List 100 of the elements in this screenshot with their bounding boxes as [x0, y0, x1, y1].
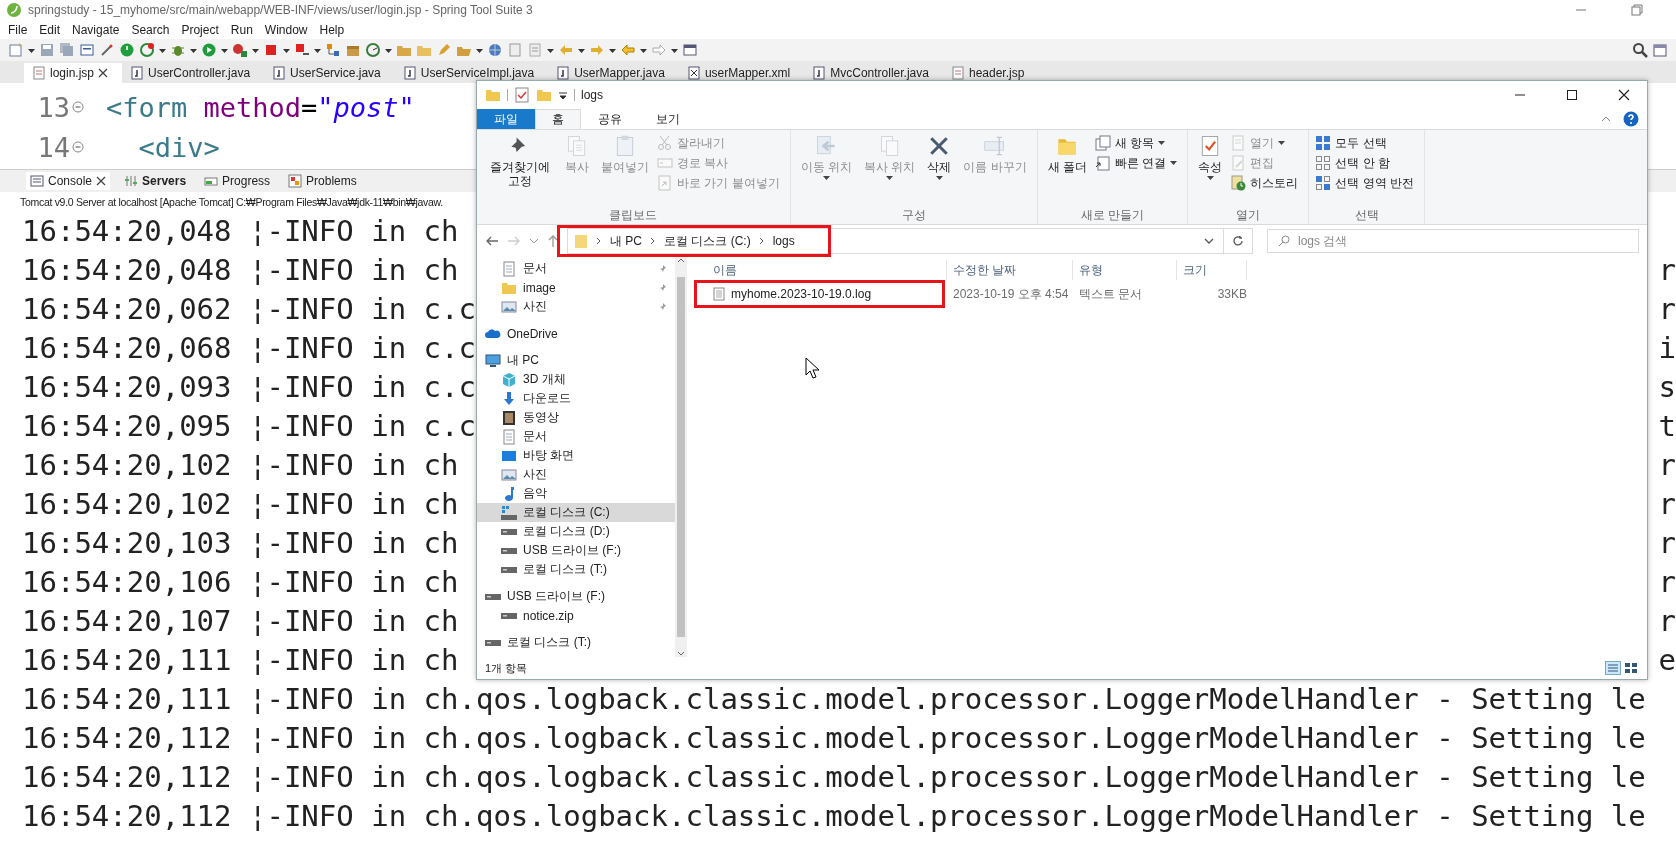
- editor-tab[interactable]: userMapper.xml: [678, 63, 805, 83]
- nav-item[interactable]: 로컬 디스크 (T:): [477, 560, 675, 579]
- nav-item[interactable]: notice.zip: [477, 606, 675, 625]
- document-icon: [501, 260, 517, 277]
- nav-item[interactable]: OneDrive: [477, 324, 675, 343]
- ribbon-tab[interactable]: 공유: [581, 109, 639, 129]
- breadcrumb[interactable]: 내 PC: [610, 232, 642, 250]
- editor-tab[interactable]: header.jsp: [942, 63, 1039, 83]
- new-item-icon: [1095, 135, 1112, 151]
- editor-tab[interactable]: login.jsp: [24, 63, 123, 83]
- collapse-ribbon-icon[interactable]: [1601, 114, 1611, 124]
- ribbon-button[interactable]: 빠른 연결: [1095, 154, 1182, 172]
- address-bar[interactable]: 내 PC 로컬 디스크 (C:) logs: [567, 228, 1253, 254]
- ribbon-button[interactable]: 속성: [1194, 132, 1227, 207]
- nav-item[interactable]: 바탕 화면: [477, 446, 675, 465]
- view-tab[interactable]: Problems: [284, 172, 361, 190]
- ribbon-button[interactable]: 모두 선택: [1315, 134, 1419, 152]
- nav-item[interactable]: USB 드라이브 (F:): [477, 541, 675, 560]
- drive-icon: [501, 547, 517, 554]
- tiles-view-icon[interactable]: [1623, 661, 1639, 675]
- cube-icon: [501, 371, 517, 388]
- nav-item[interactable]: 로컬 디스크 (D:): [477, 522, 675, 541]
- editor-tab[interactable]: UserMapper.java: [548, 63, 679, 83]
- view-tab[interactable]: Servers: [120, 172, 191, 190]
- ribbon-tab[interactable]: 홈: [535, 109, 581, 129]
- caret-icon[interactable]: [1158, 140, 1166, 146]
- nav-item[interactable]: 로컬 디스크 (C:): [477, 503, 675, 522]
- restore-icon[interactable]: [1630, 3, 1644, 17]
- hierarchy-icon[interactable]: [325, 42, 341, 58]
- menu-item[interactable]: Help: [313, 22, 351, 37]
- breadcrumb[interactable]: 로컬 디스크 (C:): [664, 232, 751, 250]
- caret-icon[interactable]: [935, 176, 943, 181]
- nav-item[interactable]: 내 PC: [477, 351, 675, 370]
- menu-item[interactable]: File: [2, 22, 34, 37]
- ribbon-tab[interactable]: 파일: [477, 109, 535, 129]
- editor-tab[interactable]: MvcController.java: [804, 63, 943, 83]
- menu-item[interactable]: Edit: [33, 22, 67, 37]
- scrollbar[interactable]: [675, 257, 687, 657]
- refresh-icon[interactable]: [139, 42, 155, 58]
- nav-item[interactable]: 문서: [477, 259, 675, 278]
- menu-item[interactable]: Project: [175, 22, 225, 37]
- menu-item[interactable]: Window: [258, 22, 314, 37]
- breadcrumb[interactable]: logs: [772, 234, 795, 248]
- ribbon-button[interactable]: 히스토리: [1230, 174, 1303, 192]
- nav-item[interactable]: 다운로드: [477, 389, 675, 408]
- nav-item[interactable]: 문서: [477, 427, 675, 446]
- ribbon-button[interactable]: 새 폴더: [1043, 132, 1092, 207]
- nav-item[interactable]: image: [477, 278, 675, 297]
- column-header[interactable]: 크기: [1177, 260, 1247, 280]
- disconnect-icon[interactable]: [294, 42, 310, 58]
- back-icon[interactable]: [485, 234, 499, 248]
- new-window-icon[interactable]: [682, 42, 698, 58]
- run-config-icon[interactable]: [232, 42, 248, 58]
- close-icon[interactable]: [96, 176, 107, 186]
- close-icon[interactable]: [1618, 89, 1630, 101]
- column-header[interactable]: 유형: [1073, 260, 1177, 280]
- close-icon[interactable]: [98, 68, 109, 78]
- editor-tab[interactable]: UserController.java: [122, 63, 265, 83]
- ribbon-button[interactable]: 새 항목: [1095, 134, 1182, 152]
- column-header[interactable]: 수정한 날짜: [947, 260, 1073, 280]
- nav-item[interactable]: 로컬 디스크 (T:): [477, 633, 675, 652]
- caret-icon[interactable]: [1170, 160, 1178, 166]
- menu-item[interactable]: Navigate: [66, 22, 126, 37]
- ribbon-button[interactable]: 즐겨찾기에 고정: [483, 132, 557, 207]
- nav-item[interactable]: 사진: [477, 297, 675, 316]
- menu-item[interactable]: Run: [224, 22, 259, 37]
- stop-icon[interactable]: [263, 42, 279, 58]
- ribbon-tab[interactable]: 보기: [639, 109, 697, 129]
- nav-item[interactable]: 사진: [477, 465, 675, 484]
- ribbon-button[interactable]: 선택 영역 반전: [1315, 174, 1419, 192]
- maximize-icon[interactable]: [1566, 89, 1578, 101]
- group-label: 새로 만들기: [1079, 207, 1146, 223]
- log-line: i: [1658, 330, 1676, 365]
- globe-icon[interactable]: [487, 42, 503, 58]
- scissors-icon: [657, 135, 673, 151]
- caret-icon[interactable]: [1206, 176, 1214, 181]
- file-row[interactable]: myhome.2023-10-19.0.log 2023-10-19 오후 4:54 텍스트 문서 33KB: [707, 283, 1647, 305]
- image-icon: [501, 466, 517, 483]
- nav-item[interactable]: 동영상: [477, 408, 675, 427]
- view-tab[interactable]: Progress: [200, 172, 275, 190]
- help-icon[interactable]: [1623, 111, 1639, 127]
- terminal-icon[interactable]: [79, 42, 95, 58]
- column-header[interactable]: 이름: [707, 260, 947, 280]
- log-line: 16:54:20,111 ¦-INFO in ch.qos.logback.classic.model.processor.LoggerModelHandler - Setting le: [22, 681, 1646, 716]
- up-icon[interactable]: [547, 234, 559, 248]
- search-icon[interactable]: [1632, 42, 1648, 58]
- image-icon: [501, 298, 517, 315]
- nav-item[interactable]: USB 드라이브 (F:): [477, 587, 675, 606]
- refresh-icon[interactable]: [1232, 235, 1244, 247]
- search-field[interactable]: logs 검색: [1267, 229, 1639, 253]
- editor-tab[interactable]: UserServiceImpl.java: [394, 63, 549, 83]
- menu-item[interactable]: Search: [125, 22, 176, 37]
- view-tab[interactable]: Console: [26, 172, 111, 190]
- nav-item[interactable]: 3D 개체: [477, 370, 675, 389]
- ribbon-button[interactable]: 선택 안 함: [1315, 154, 1419, 172]
- nav-item[interactable]: 음악: [477, 484, 675, 503]
- editor-tab[interactable]: UserService.java: [264, 63, 395, 83]
- ribbon-button[interactable]: 삭제: [923, 132, 956, 207]
- properties-icon[interactable]: [514, 87, 530, 103]
- power-icon[interactable]: [119, 42, 135, 58]
